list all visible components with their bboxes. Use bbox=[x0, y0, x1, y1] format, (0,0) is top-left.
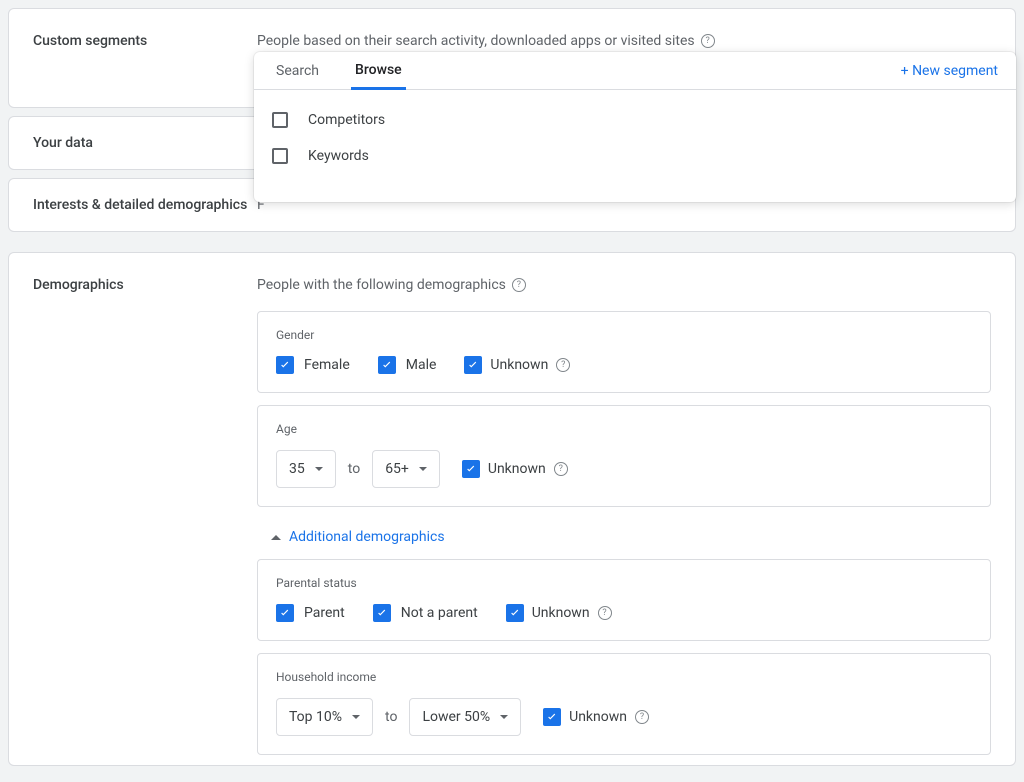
age-unknown-checkbox[interactable]: Unknown bbox=[462, 460, 568, 478]
demographics-label: Demographics bbox=[33, 277, 257, 293]
parental-unknown-checkbox[interactable]: Unknown bbox=[506, 604, 612, 622]
demographics-description: People with the following demographics bbox=[257, 277, 991, 293]
checkbox-checked-icon bbox=[462, 460, 480, 478]
checkbox-checked-icon bbox=[543, 708, 561, 726]
checkbox-checked-icon bbox=[378, 356, 396, 374]
income-title: Household income bbox=[276, 670, 972, 684]
gender-male-checkbox[interactable]: Male bbox=[378, 356, 437, 374]
help-icon[interactable] bbox=[635, 710, 649, 724]
segment-item-competitors[interactable]: Competitors bbox=[272, 102, 998, 138]
parental-box: Parental status Parent Not a parent U bbox=[257, 559, 991, 641]
checkbox-unchecked-icon[interactable] bbox=[272, 112, 288, 128]
age-title: Age bbox=[276, 422, 972, 436]
help-icon[interactable] bbox=[554, 462, 568, 476]
income-box: Household income Top 10% to Lower 50% bbox=[257, 653, 991, 755]
checkbox-checked-icon bbox=[276, 356, 294, 374]
custom-segments-label: Custom segments bbox=[33, 33, 257, 49]
income-from-select[interactable]: Top 10% bbox=[276, 698, 373, 736]
demographics-card: Demographics People with the following d… bbox=[8, 252, 1016, 766]
new-segment-link[interactable]: + New segment bbox=[901, 63, 998, 79]
caret-down-icon bbox=[419, 467, 427, 471]
parent-checkbox[interactable]: Parent bbox=[276, 604, 345, 622]
interests-label: Interests & detailed demographics bbox=[33, 197, 257, 213]
help-icon[interactable] bbox=[598, 606, 612, 620]
additional-demographics-toggle[interactable]: Additional demographics bbox=[257, 519, 991, 559]
caret-down-icon bbox=[315, 467, 323, 471]
age-box: Age 35 to 65+ Unknown bbox=[257, 405, 991, 507]
caret-down-icon bbox=[500, 715, 508, 719]
gender-female-checkbox[interactable]: Female bbox=[276, 356, 350, 374]
checkbox-checked-icon bbox=[506, 604, 524, 622]
help-icon[interactable] bbox=[701, 34, 715, 48]
age-to-select[interactable]: 65+ bbox=[372, 450, 440, 488]
income-unknown-checkbox[interactable]: Unknown bbox=[543, 708, 649, 726]
checkbox-checked-icon bbox=[276, 604, 294, 622]
not-a-parent-checkbox[interactable]: Not a parent bbox=[373, 604, 478, 622]
chevron-up-icon bbox=[271, 535, 281, 540]
caret-down-icon bbox=[352, 715, 360, 719]
checkbox-checked-icon bbox=[373, 604, 391, 622]
income-to-select[interactable]: Lower 50% bbox=[409, 698, 521, 736]
gender-title: Gender bbox=[276, 328, 972, 342]
checkbox-checked-icon bbox=[464, 356, 482, 374]
gender-box: Gender Female Male Unknown bbox=[257, 311, 991, 393]
tab-browse[interactable]: Browse bbox=[351, 53, 406, 90]
your-data-label: Your data bbox=[33, 135, 257, 151]
income-to-text: to bbox=[385, 709, 397, 725]
parental-title: Parental status bbox=[276, 576, 972, 590]
help-icon[interactable] bbox=[512, 278, 526, 292]
tab-search[interactable]: Search bbox=[272, 52, 323, 89]
gender-unknown-checkbox[interactable]: Unknown bbox=[464, 356, 570, 374]
segments-dropdown-panel: Search Browse + New segment Competitors … bbox=[254, 52, 1016, 202]
checkbox-unchecked-icon[interactable] bbox=[272, 148, 288, 164]
help-icon[interactable] bbox=[556, 358, 570, 372]
segment-item-keywords[interactable]: Keywords bbox=[272, 138, 998, 174]
age-from-select[interactable]: 35 bbox=[276, 450, 336, 488]
custom-segments-description: People based on their search activity, d… bbox=[257, 33, 991, 49]
age-to-text: to bbox=[348, 461, 360, 477]
